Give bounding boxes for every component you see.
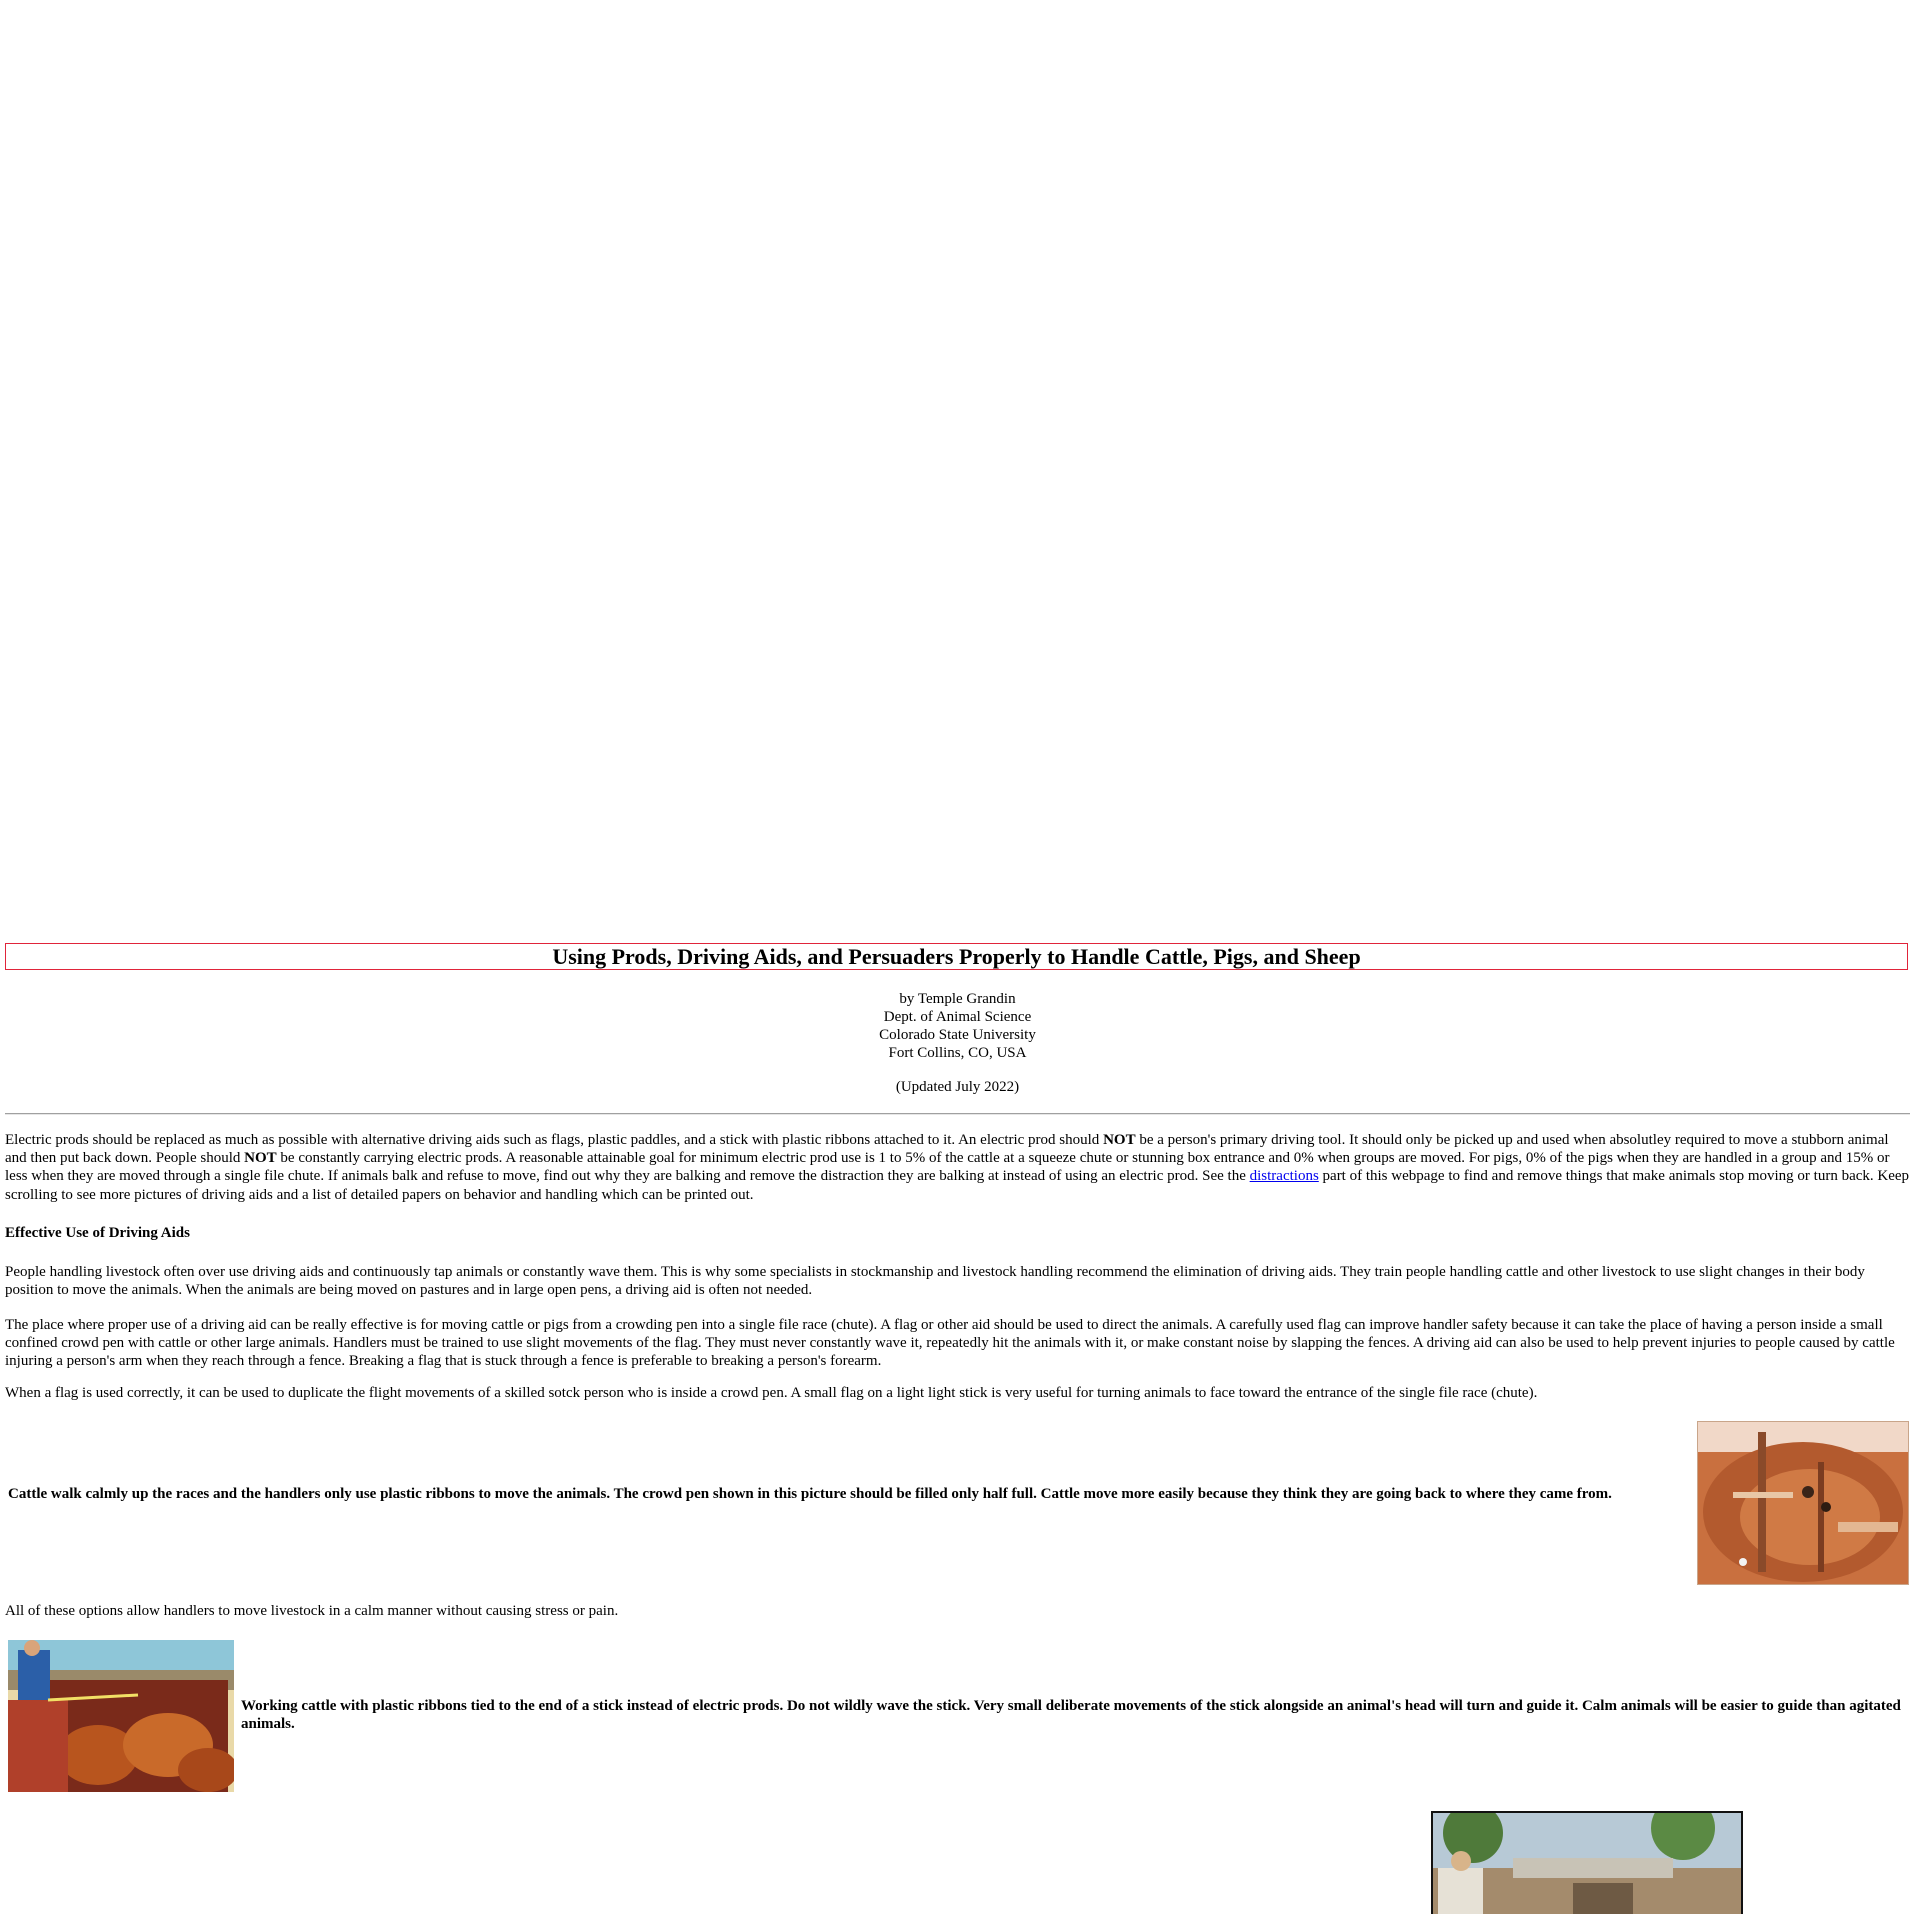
plastic-ribbons-photo	[8, 1640, 234, 1792]
paragraph-proper-use: The place where proper use of a driving …	[5, 1317, 1895, 1370]
department-line: Dept. of Animal Science	[883, 1009, 1032, 1025]
handler-stick-photo	[1431, 1811, 1743, 1914]
updated-date: (Updated July 2022)	[895, 1079, 1020, 1095]
paragraph-calm-handling: All of these options allow handlers to m…	[5, 1603, 619, 1619]
section-heading: Effective Use of Driving Aids	[5, 1225, 190, 1241]
photo-caption-races: Cattle walk calmly up the races and the …	[8, 1486, 1612, 1502]
photo-caption-ribbons: Working cattle with plastic ribbons tied…	[241, 1698, 1901, 1733]
intro-paragraph: Electric prods should be replaced as muc…	[5, 1131, 1910, 1204]
page-title: Using Prods, Driving Aids, and Persuader…	[5, 943, 1908, 970]
horizontal-rule	[5, 1113, 1910, 1115]
intro-text-1: Electric prods should be replaced as muc…	[5, 1132, 1104, 1148]
intro-emphasis-1: NOT	[1103, 1132, 1136, 1148]
paragraph-flag: When a flag is used correctly, it can be…	[5, 1385, 1538, 1401]
paragraph-overuse: People handling livestock often over use…	[5, 1264, 1865, 1299]
byline: by Temple Grandin Dept. of Animal Scienc…	[5, 990, 1910, 1062]
intro-emphasis-2: NOT	[244, 1150, 277, 1167]
distractions-link[interactable]: distractions	[1250, 1168, 1319, 1184]
location-line: Fort Collins, CO, USA	[888, 1045, 1027, 1061]
university-line: Colorado State University	[879, 1027, 1036, 1043]
author-line: by Temple Grandin	[899, 991, 1016, 1007]
cattle-races-photo	[1697, 1421, 1909, 1585]
